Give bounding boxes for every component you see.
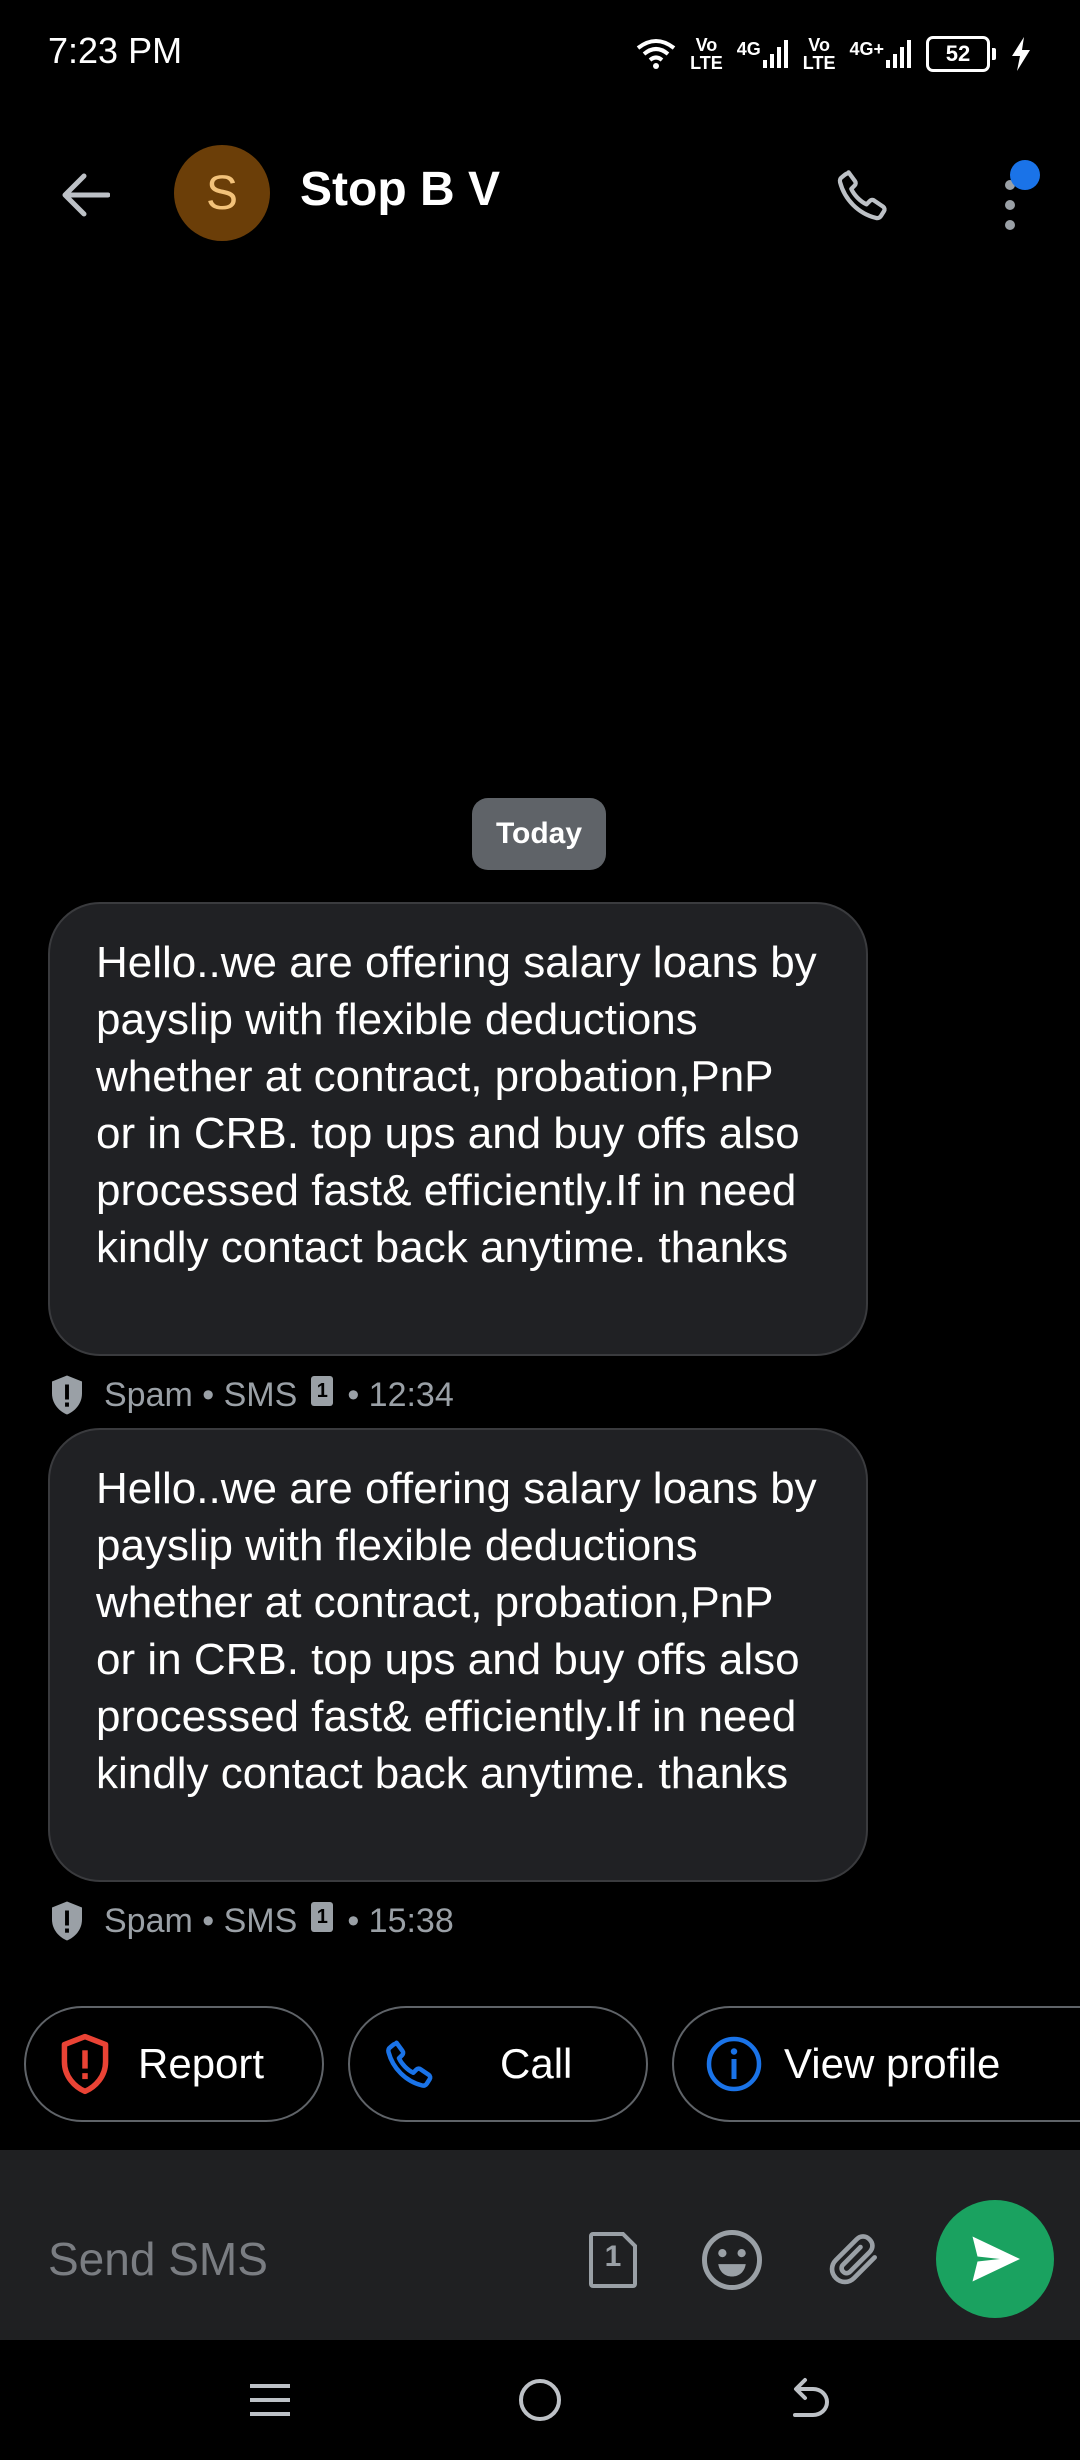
message-time: 12:34 xyxy=(368,1375,454,1414)
spam-shield-icon xyxy=(52,1901,82,1941)
status-icons: Vo LTE 4G Vo LTE 4G+ 52 xyxy=(636,28,1032,80)
call-phone-icon xyxy=(386,2040,433,2088)
report-label: Report xyxy=(138,2040,265,2087)
back-button[interactable] xyxy=(40,150,130,240)
back-arrow-icon xyxy=(62,173,110,217)
network-type-sim1: 4G xyxy=(736,39,761,59)
info-icon xyxy=(706,2036,762,2092)
back-nav-button[interactable] xyxy=(770,2370,850,2430)
volte-label-sim1: Vo LTE xyxy=(690,35,723,73)
wifi-icon xyxy=(636,39,676,69)
sim-number: 1 xyxy=(604,2240,622,2273)
message-time: 15:38 xyxy=(368,1901,454,1940)
send-icon xyxy=(972,2236,1020,2282)
report-chip[interactable]: Report xyxy=(24,2006,324,2122)
report-shield-icon xyxy=(61,2033,109,2095)
call-button[interactable] xyxy=(818,150,908,240)
spam-label: Spam xyxy=(104,1375,193,1414)
back-nav-icon xyxy=(793,2378,829,2417)
call-label: Call xyxy=(500,2040,573,2087)
attach-button[interactable] xyxy=(814,2222,894,2298)
network-type-sim2: 4G+ xyxy=(849,39,884,59)
battery-icon: 52 xyxy=(926,36,996,72)
sim-icon: 1 xyxy=(311,1902,334,1932)
send-button[interactable] xyxy=(936,2200,1054,2318)
status-time: 7:23 PM xyxy=(48,30,183,71)
emoji-icon xyxy=(702,2230,762,2290)
paperclip-icon xyxy=(829,2234,877,2285)
channel-label: SMS xyxy=(223,1375,298,1414)
emoji-button[interactable] xyxy=(692,2222,772,2298)
message-input[interactable]: Send SMS xyxy=(48,2232,268,2286)
notification-dot xyxy=(1010,160,1040,190)
home-button[interactable] xyxy=(500,2370,580,2430)
menu-icon xyxy=(250,2384,290,2416)
spam-shield-icon xyxy=(52,1375,82,1415)
sim-icon: 1 xyxy=(311,1376,334,1406)
signal-icon-sim1 xyxy=(762,40,788,68)
view-profile-chip[interactable]: View profile xyxy=(672,2006,1080,2122)
date-divider: Today xyxy=(472,798,606,870)
more-options-button[interactable] xyxy=(980,150,1040,240)
message-meta: Spam • SMS 1 • 15:38 xyxy=(48,1900,454,1942)
home-circle-icon xyxy=(519,2379,561,2421)
spam-label: Spam xyxy=(104,1901,193,1940)
channel-label: SMS xyxy=(223,1901,298,1940)
charging-icon xyxy=(1012,37,1030,71)
message-bubble[interactable]: Hello..we are offering salary loans by p… xyxy=(48,1428,868,1882)
message-meta: Spam • SMS 1 • 12:34 xyxy=(48,1374,454,1416)
avatar[interactable]: S xyxy=(174,145,270,241)
battery-level: 52 xyxy=(926,36,990,72)
message-bubble[interactable]: Hello..we are offering salary loans by p… xyxy=(48,902,868,1356)
call-chip[interactable]: Call xyxy=(348,2006,648,2122)
view-profile-label: View profile xyxy=(784,2040,1001,2087)
contact-name[interactable]: Stop B V xyxy=(300,162,500,217)
sim-select-button[interactable]: 1 xyxy=(578,2222,648,2298)
phone-icon xyxy=(837,170,887,221)
volte-label-sim2: Vo LTE xyxy=(802,35,836,73)
signal-icon-sim2 xyxy=(886,40,911,68)
recents-button[interactable] xyxy=(230,2370,310,2430)
